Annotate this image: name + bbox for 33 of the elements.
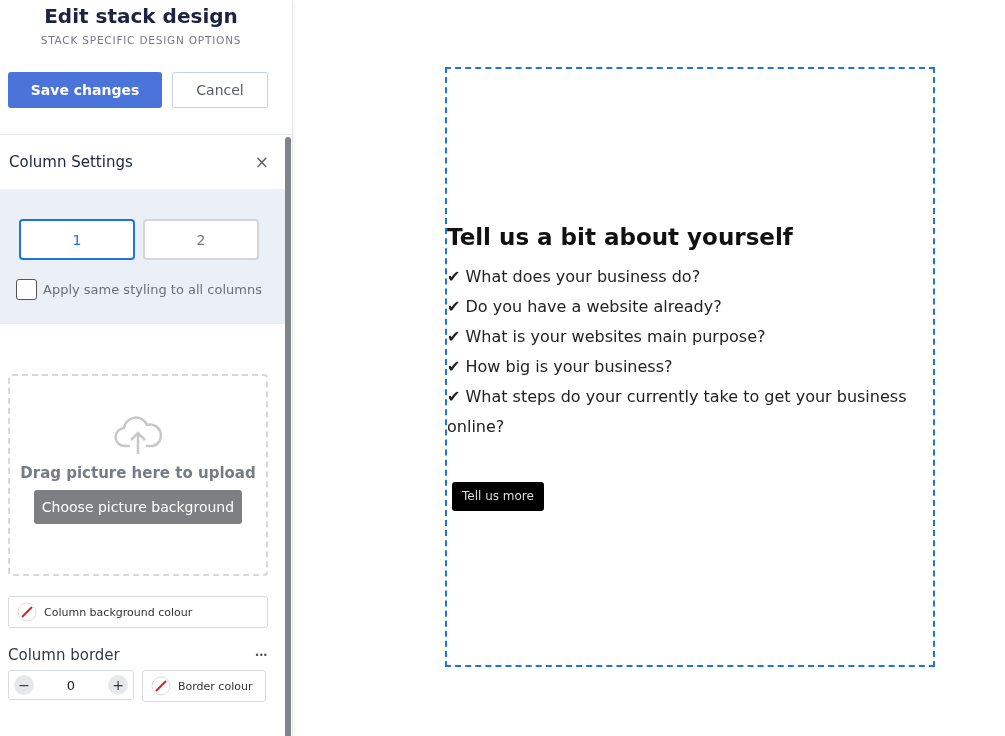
checklist-item: ✔ How big is your business?	[447, 355, 674, 378]
choose-picture-button[interactable]: Choose picture background	[34, 490, 242, 524]
upload-hint: Drag picture here to upload	[20, 464, 256, 482]
checklist-item: ✔ Do you have a website already?	[447, 295, 723, 318]
upload-dropzone[interactable]: Drag picture here to upload Choose picture background	[8, 374, 268, 576]
column-tab[interactable]: 1	[19, 219, 135, 260]
no-colour-icon	[151, 676, 171, 696]
border-width-value: 0	[66, 677, 76, 693]
checklist-item: ✔ What steps do your currently take to get your business online?	[447, 385, 908, 438]
cancel-button[interactable]: Cancel	[172, 72, 268, 108]
more-button[interactable]: •••	[255, 650, 268, 660]
cloud-upload-icon	[114, 414, 162, 456]
border-colour-button[interactable]: Border colour	[142, 670, 266, 702]
panel-title: Edit stack design	[43, 4, 239, 28]
decrement-button[interactable]: −	[14, 675, 34, 695]
checklist-item: ✔ What is your websites main purpose?	[447, 325, 767, 348]
section-title: Column border	[8, 646, 120, 664]
section-title: Column Settings	[9, 153, 133, 171]
column-tab[interactable]: 2	[143, 219, 259, 260]
panel-subtitle: STACK SPECIFIC DESIGN OPTIONS	[39, 34, 243, 46]
scrollbar[interactable]	[285, 137, 291, 736]
save-button[interactable]: Save changes	[8, 72, 162, 108]
background-colour-button[interactable]: Column background colour	[8, 596, 268, 628]
preview-heading: Tell us a bit about yourself	[447, 223, 794, 250]
border-width-stepper[interactable]: − 0 +	[8, 670, 134, 700]
tell-us-more-button[interactable]: Tell us more	[452, 481, 544, 511]
checkbox[interactable]	[16, 279, 37, 300]
checklist-item: ✔ What does your business do?	[447, 265, 702, 288]
no-colour-icon	[17, 602, 37, 622]
increment-button[interactable]: +	[108, 675, 128, 695]
checkbox-label: Apply same styling to all columns	[43, 282, 262, 297]
column-frame[interactable]	[445, 67, 935, 667]
close-button[interactable]: ×	[254, 152, 269, 172]
